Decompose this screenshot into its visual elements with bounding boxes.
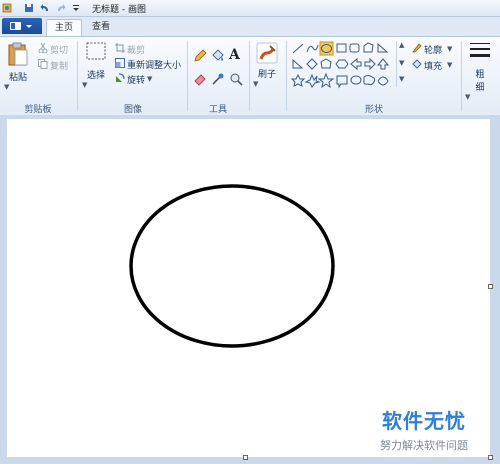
eraser-icon[interactable]	[193, 72, 207, 86]
separator	[249, 41, 250, 111]
outline-dropdown-icon[interactable]: ▼	[447, 45, 452, 53]
separator	[461, 41, 462, 111]
save-icon[interactable]	[24, 2, 34, 14]
separator	[77, 41, 78, 111]
paste-icon	[8, 42, 28, 66]
cloud-callout-shape-icon	[363, 75, 376, 86]
size-label-2: 细	[475, 83, 485, 93]
gallery-expand-icon[interactable]: ▼	[399, 75, 404, 83]
clipboard-group-label: 剪贴板	[24, 105, 52, 115]
customize-dropdown-icon[interactable]	[72, 2, 80, 14]
title-bar: 无标题 - 画图	[0, 0, 500, 17]
shapes-gallery[interactable]	[290, 41, 402, 89]
paste-button[interactable]: 粘贴 ▼	[4, 41, 32, 91]
separator	[286, 41, 287, 111]
file-menu-icon	[10, 22, 32, 30]
outline-button[interactable]: 轮廓	[424, 43, 442, 56]
text-tool-button[interactable]: A	[229, 47, 240, 63]
ribbon: 粘贴 ▼ 剪切 复制 剪贴板 选择 ▼ 裁剪 重新调整大小 旋转 ▼ 图像 A …	[0, 36, 500, 116]
fill-icon	[412, 59, 422, 69]
polygon-shape-icon	[363, 42, 374, 53]
copy-icon	[38, 59, 48, 69]
cut-icon	[38, 43, 48, 53]
tab-view[interactable]: 查看	[84, 19, 118, 35]
outline-icon	[412, 43, 422, 53]
ellipse-shape	[129, 184, 335, 348]
cut-button[interactable]: 剪切	[50, 43, 68, 56]
rectangle-shape-icon	[336, 43, 347, 53]
tab-row: 主页 查看	[0, 17, 500, 36]
brushes-dropdown-icon[interactable]: ▼	[253, 80, 258, 88]
star-shape-icon	[290, 73, 306, 87]
select-button[interactable]: 选择 ▼	[82, 41, 110, 93]
size-label-1: 粗	[475, 70, 485, 80]
hexagon-shape-icon	[335, 59, 349, 69]
right-arrow-shape-icon	[364, 57, 376, 71]
brushes-label: 刷子	[257, 70, 276, 80]
watermark-title: 软件无忧	[382, 409, 466, 433]
select-label: 选择	[86, 71, 105, 81]
crop-icon	[115, 43, 125, 53]
paste-label: 粘贴	[8, 73, 27, 83]
scroll-down-icon[interactable]: ▼	[399, 59, 404, 67]
shapes-group-label: 形状	[364, 105, 383, 115]
brushes-button[interactable]: 刷子 ▼	[253, 41, 281, 97]
paint-app-icon[interactable]	[2, 2, 12, 14]
size-button[interactable]: 粗 细 ▼	[465, 41, 495, 111]
heart-shape-icon	[377, 76, 389, 86]
redo-icon[interactable]	[56, 2, 66, 14]
pentagon-shape-icon	[320, 58, 332, 69]
triangle-shape-icon	[377, 42, 389, 53]
paste-dropdown-icon[interactable]: ▼	[4, 83, 9, 91]
file-menu-button[interactable]	[2, 18, 42, 34]
shapes-gallery-scroller[interactable]: ▲ ▼ ▼	[396, 41, 407, 87]
canvas-resize-handle-right[interactable]	[488, 284, 493, 289]
resize-icon	[115, 58, 125, 68]
brush-icon	[256, 42, 278, 64]
color-picker-icon[interactable]	[211, 72, 225, 86]
callout-rect-shape-icon	[336, 75, 348, 89]
six-point-star-shape-icon	[304, 73, 321, 88]
canvas-resize-handle-corner[interactable]	[488, 455, 493, 460]
up-arrow-shape-icon	[376, 58, 390, 70]
copy-button[interactable]: 复制	[50, 59, 68, 72]
rotate-button[interactable]: 旋转	[127, 73, 145, 86]
callout-oval-shape-icon	[350, 75, 362, 85]
resize-button[interactable]: 重新调整大小	[127, 58, 181, 71]
window-title: 无标题 - 画图	[92, 5, 146, 15]
rotate-icon	[116, 73, 125, 82]
separator	[187, 41, 188, 111]
line-width-icon	[470, 43, 490, 57]
crop-button[interactable]: 裁剪	[127, 43, 145, 56]
size-dropdown-icon[interactable]: ▼	[465, 93, 470, 101]
fill-bucket-icon[interactable]	[211, 49, 225, 63]
five-point-star-shape-icon	[317, 72, 335, 89]
image-group-label: 图像	[123, 105, 142, 115]
scroll-up-icon[interactable]: ▲	[399, 41, 404, 49]
diamond-shape-icon	[306, 58, 318, 70]
magnifier-icon[interactable]	[229, 72, 243, 86]
tab-home[interactable]: 主页	[46, 19, 82, 36]
watermark-subtitle: 努力解决软件问题	[380, 439, 468, 452]
line-shape-icon	[292, 43, 304, 54]
select-dropdown-icon[interactable]: ▼	[82, 81, 87, 89]
undo-icon[interactable]	[40, 2, 50, 14]
pencil-icon[interactable]	[193, 49, 207, 63]
select-icon	[86, 42, 106, 60]
rounded-rectangle-shape-icon	[349, 43, 360, 53]
fill-button[interactable]: 填充	[424, 59, 442, 72]
canvas-resize-handle-bottom[interactable]	[243, 455, 248, 460]
curve-shape-icon	[306, 44, 319, 53]
fill-dropdown-icon[interactable]: ▼	[447, 61, 452, 69]
rotate-dropdown-icon[interactable]: ▼	[147, 75, 152, 83]
right-triangle-shape-icon	[292, 58, 304, 69]
tools-group-label: 工具	[208, 105, 227, 115]
left-arrow-shape-icon	[350, 57, 362, 71]
